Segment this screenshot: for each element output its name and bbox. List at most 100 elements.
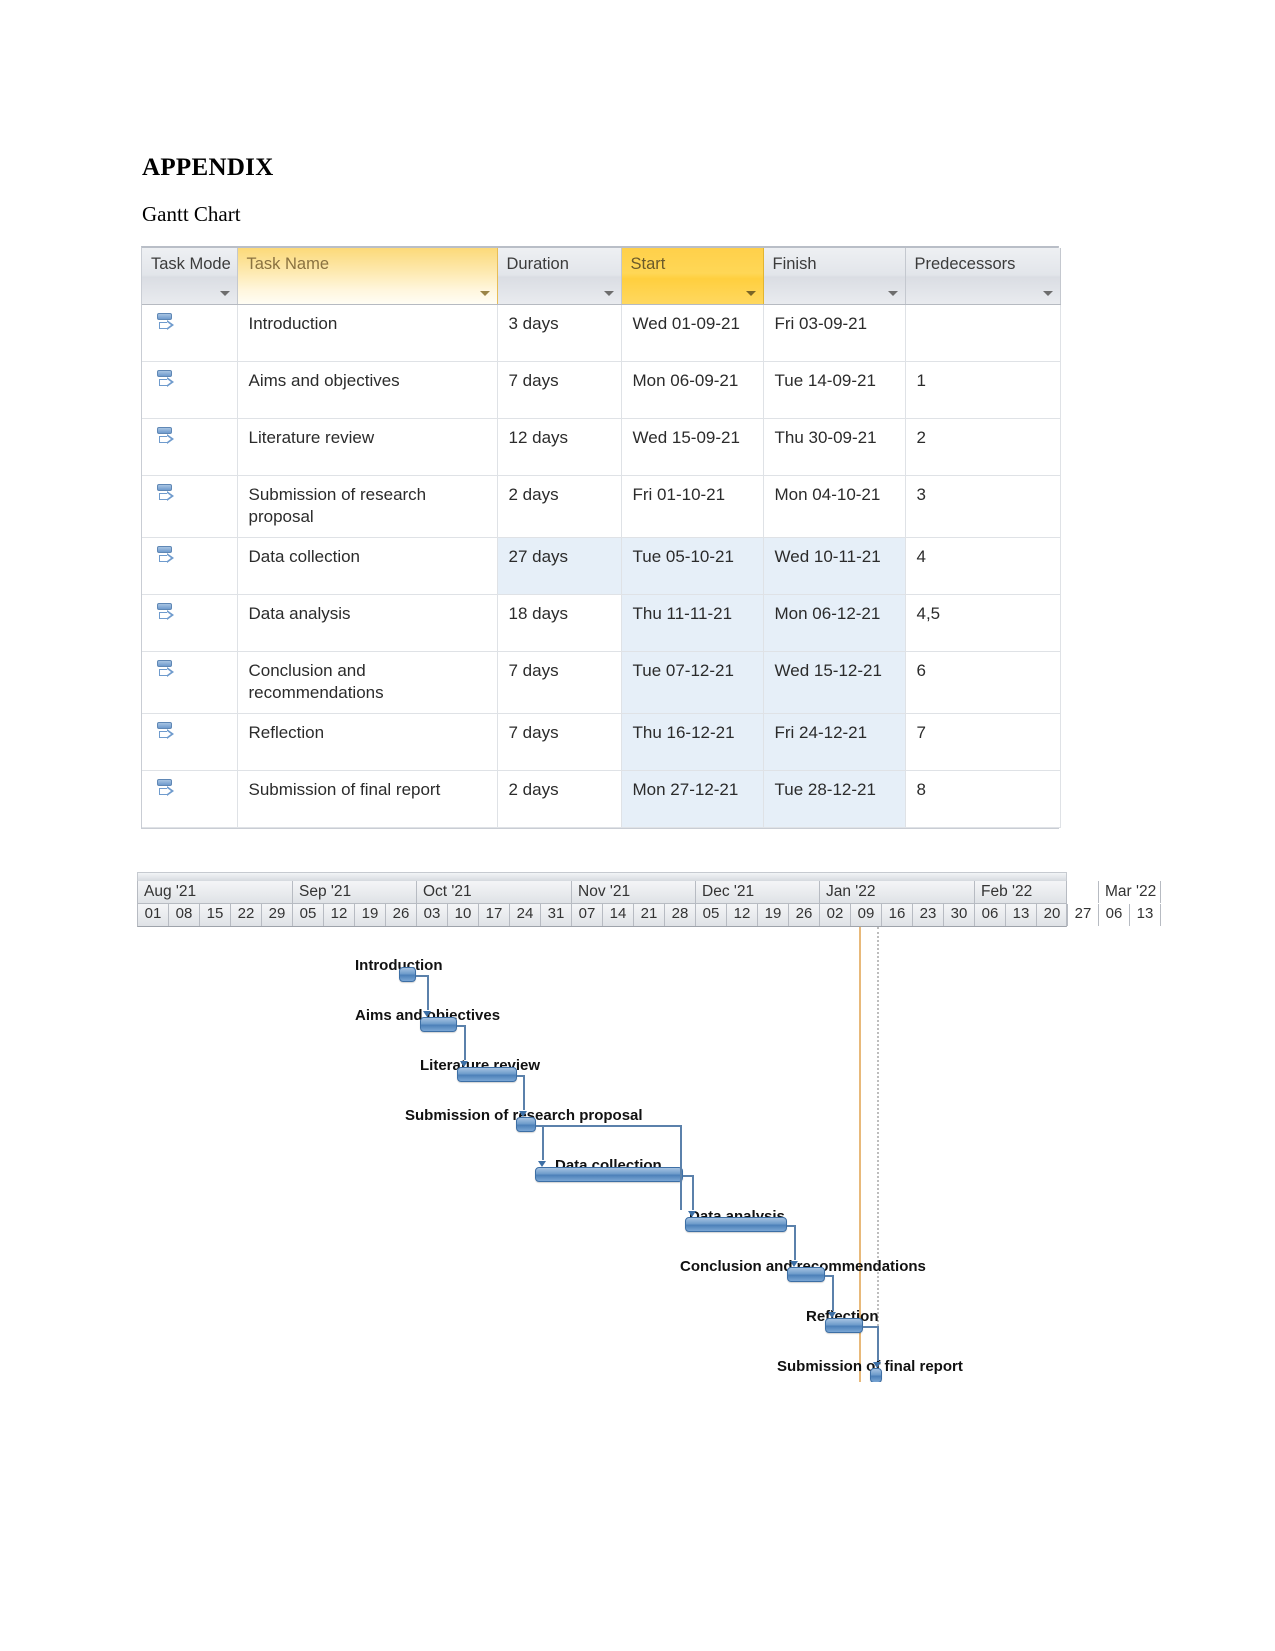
- gantt-bar[interactable]: [399, 967, 416, 982]
- predecessors-cell[interactable]: [905, 304, 1061, 362]
- table-row[interactable]: Literature review 12 days Wed 15-09-21 Thu …: [142, 418, 1061, 476]
- gantt-bar[interactable]: [420, 1017, 457, 1032]
- filter-dropdown-icon[interactable]: [887, 290, 898, 296]
- task-mode-cell[interactable]: [142, 537, 238, 595]
- table-row[interactable]: Data collection 27 days Tue 05-10-21 Wed 10…: [142, 537, 1061, 595]
- task-name-cell[interactable]: Aims and objectives: [237, 361, 498, 419]
- gantt-bar[interactable]: [457, 1067, 517, 1082]
- predecessors-cell[interactable]: 2: [905, 418, 1061, 476]
- finish-date-cell[interactable]: Wed 10-11-21: [763, 537, 906, 595]
- finish-date-cell[interactable]: Mon 04-10-21: [763, 475, 906, 538]
- start-date-cell[interactable]: Tue 05-10-21: [621, 537, 764, 595]
- start-date-cell[interactable]: Mon 27-12-21: [621, 770, 764, 828]
- column-header-start[interactable]: Start: [620, 248, 764, 305]
- finish-date-cell[interactable]: Tue 28-12-21: [763, 770, 906, 828]
- timeline-week-label: 30: [944, 904, 975, 926]
- task-mode-cell[interactable]: [142, 651, 238, 714]
- table-row[interactable]: Submission of research proposal 2 days Fri…: [142, 475, 1061, 538]
- predecessors-cell[interactable]: 7: [905, 713, 1061, 771]
- task-name-cell[interactable]: Submission of research proposal: [237, 475, 498, 538]
- finish-date-cell[interactable]: Thu 30-09-21: [763, 418, 906, 476]
- start-date-cell[interactable]: Tue 07-12-21: [621, 651, 764, 714]
- duration-cell[interactable]: 7 days: [497, 651, 622, 714]
- predecessors-cell[interactable]: 1: [905, 361, 1061, 419]
- predecessors-cell[interactable]: 4: [905, 537, 1061, 595]
- table-row[interactable]: Conclusion and recommendations 7 days Tue …: [142, 651, 1061, 714]
- start-date-cell[interactable]: Thu 11-11-21: [621, 594, 764, 652]
- timeline-week-label: 02: [820, 904, 851, 926]
- column-header-finish[interactable]: Finish: [763, 248, 906, 305]
- table-row[interactable]: Reflection 7 days Thu 16-12-21 Fri 24-12-21…: [142, 713, 1061, 771]
- task-name-cell[interactable]: Data analysis: [237, 594, 498, 652]
- task-mode-cell[interactable]: [142, 594, 238, 652]
- duration-cell[interactable]: 7 days: [497, 361, 622, 419]
- start-date-cell[interactable]: Wed 01-09-21: [621, 304, 764, 362]
- start-date-cell[interactable]: Thu 16-12-21: [621, 713, 764, 771]
- filter-dropdown-icon[interactable]: [219, 290, 230, 296]
- timeline-month-label: Nov '21: [572, 881, 696, 903]
- predecessors-cell[interactable]: 3: [905, 475, 1061, 538]
- finish-date-cell[interactable]: Tue 14-09-21: [763, 361, 906, 419]
- duration-cell[interactable]: 3 days: [497, 304, 622, 362]
- duration-cell[interactable]: 2 days: [497, 475, 622, 538]
- timeline-week-label: 07: [572, 904, 603, 926]
- task-name-cell[interactable]: Reflection: [237, 713, 498, 771]
- task-name-cell[interactable]: Literature review: [237, 418, 498, 476]
- dependency-link: [427, 975, 429, 1010]
- filter-dropdown-icon[interactable]: [603, 290, 614, 296]
- table-row[interactable]: Aims and objectives 7 days Mon 06-09-21 Tue…: [142, 361, 1061, 419]
- table-row[interactable]: Data analysis 18 days Thu 11-11-21 Mon 06-1…: [142, 594, 1061, 652]
- column-header-task-name[interactable]: Task Name: [236, 248, 498, 305]
- task-name-cell[interactable]: Introduction: [237, 304, 498, 362]
- column-header-task-mode-label: Task Mode: [151, 255, 231, 273]
- table-row[interactable]: Submission of final report 2 days Mon 27-1…: [142, 770, 1061, 828]
- timeline-week-label: 06: [975, 904, 1006, 926]
- dependency-link: [416, 975, 427, 977]
- finish-date-cell[interactable]: Fri 03-09-21: [763, 304, 906, 362]
- duration-cell[interactable]: 7 days: [497, 713, 622, 771]
- task-mode-cell[interactable]: [142, 361, 238, 419]
- task-mode-cell[interactable]: [142, 770, 238, 828]
- timeline-month-label: Mar '22: [1099, 881, 1161, 903]
- filter-dropdown-icon[interactable]: [1042, 290, 1053, 296]
- finish-date-cell[interactable]: Fri 24-12-21: [763, 713, 906, 771]
- duration-cell[interactable]: 18 days: [497, 594, 622, 652]
- gantt-bar[interactable]: [516, 1117, 536, 1132]
- timeline-week-label: 21: [634, 904, 665, 926]
- gantt-bar[interactable]: [787, 1267, 825, 1282]
- task-mode-cell[interactable]: [142, 713, 238, 771]
- filter-dropdown-icon[interactable]: [479, 290, 490, 296]
- timeline-month-label: Sep '21: [293, 881, 417, 903]
- gantt-bar[interactable]: [535, 1167, 683, 1182]
- predecessors-cell[interactable]: 8: [905, 770, 1061, 828]
- task-name-cell[interactable]: Data collection: [237, 537, 498, 595]
- duration-cell[interactable]: 27 days: [497, 537, 622, 595]
- finish-date-cell[interactable]: Wed 15-12-21: [763, 651, 906, 714]
- start-date-cell[interactable]: Mon 06-09-21: [621, 361, 764, 419]
- filter-dropdown-icon[interactable]: [745, 290, 756, 296]
- finish-date-cell[interactable]: Mon 06-12-21: [763, 594, 906, 652]
- gantt-bar[interactable]: [870, 1368, 882, 1382]
- task-name-cell[interactable]: Conclusion and recommendations: [237, 651, 498, 714]
- task-mode-cell[interactable]: [142, 418, 238, 476]
- start-date-cell[interactable]: Fri 01-10-21: [621, 475, 764, 538]
- timeline-top-bar: [137, 872, 1067, 881]
- column-header-duration[interactable]: Duration: [497, 248, 622, 305]
- column-header-predecessors-label: Predecessors: [914, 255, 1016, 273]
- duration-cell[interactable]: 2 days: [497, 770, 622, 828]
- task-mode-cell[interactable]: [142, 304, 238, 362]
- table-row[interactable]: Introduction 3 days Wed 01-09-21 Fri 03-09-…: [142, 304, 1061, 362]
- duration-cell[interactable]: 12 days: [497, 418, 622, 476]
- start-date-cell[interactable]: Wed 15-09-21: [621, 418, 764, 476]
- task-mode-cell[interactable]: [142, 475, 238, 538]
- timeline-week-label: 05: [293, 904, 324, 926]
- timeline-week-label: 10: [448, 904, 479, 926]
- column-header-task-mode[interactable]: Task Mode: [142, 248, 238, 305]
- column-header-predecessors[interactable]: Predecessors: [905, 248, 1061, 305]
- dependency-link: [825, 1275, 832, 1277]
- gantt-bar[interactable]: [825, 1318, 863, 1333]
- predecessors-cell[interactable]: 6: [905, 651, 1061, 714]
- task-name-cell[interactable]: Submission of final report: [237, 770, 498, 828]
- gantt-bar[interactable]: [685, 1217, 787, 1232]
- predecessors-cell[interactable]: 4,5: [905, 594, 1061, 652]
